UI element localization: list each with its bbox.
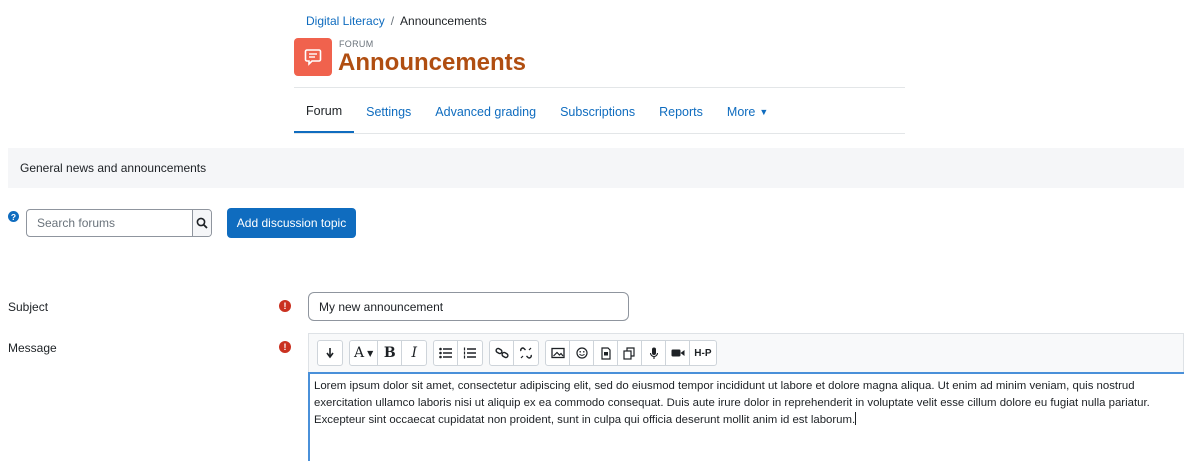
toolbar-group xyxy=(317,340,343,366)
text-cursor xyxy=(855,412,857,425)
search-icon xyxy=(196,217,208,229)
page-title: Announcements xyxy=(338,49,527,76)
insert-h5p-button[interactable]: H-P xyxy=(690,341,715,365)
bullet-list-icon xyxy=(438,347,452,359)
expand-toolbar-icon xyxy=(326,348,334,359)
message-textarea[interactable]: Lorem ipsum dolor sit amet, consectetur … xyxy=(308,372,1184,461)
tab-subscriptions[interactable]: Subscriptions xyxy=(548,90,647,133)
help-icon[interactable]: ? xyxy=(8,211,19,222)
breadcrumb-separator: / xyxy=(390,14,395,28)
video-camera-icon xyxy=(671,349,685,357)
tab-reports[interactable]: Reports xyxy=(647,90,715,133)
insert-image-button[interactable] xyxy=(546,341,571,365)
tabs-divider xyxy=(294,87,905,88)
add-discussion-button[interactable]: Add discussion topic xyxy=(227,208,356,238)
required-icon: ! xyxy=(279,300,291,312)
search-forums xyxy=(26,209,212,237)
insert-media-button[interactable] xyxy=(594,341,619,365)
unordered-list-button[interactable] xyxy=(434,341,459,365)
activity-type-label: FORUM xyxy=(339,39,374,49)
italic-button[interactable]: I xyxy=(402,341,426,365)
insert-emoji-button[interactable] xyxy=(570,341,595,365)
message-label: Message xyxy=(8,341,57,355)
tab-settings[interactable]: Settings xyxy=(354,90,423,133)
tab-forum[interactable]: Forum xyxy=(294,90,355,133)
subject-input[interactable] xyxy=(308,292,629,321)
breadcrumb: Digital Literacy / Announcements xyxy=(306,14,487,28)
ordered-list-button[interactable] xyxy=(458,341,482,365)
media-file-icon xyxy=(601,346,611,360)
emoji-icon xyxy=(576,347,588,359)
required-icon: ! xyxy=(279,341,291,353)
record-audio-button[interactable] xyxy=(642,341,667,365)
tab-advanced-grading[interactable]: Advanced grading xyxy=(423,90,548,133)
toolbar-group: A ▼ B I xyxy=(349,340,428,366)
chevron-down-icon: ▼ xyxy=(759,106,769,117)
breadcrumb-current: Announcements xyxy=(400,14,487,28)
manage-files-button[interactable] xyxy=(618,341,643,365)
image-icon xyxy=(551,347,565,359)
paragraph-styles-button[interactable]: A ▼ xyxy=(350,341,379,365)
link-button[interactable] xyxy=(490,341,515,365)
breadcrumb-course-link[interactable]: Digital Literacy xyxy=(306,14,385,28)
subject-label: Subject xyxy=(8,300,49,314)
toolbar-group: H-P xyxy=(545,340,717,366)
search-input[interactable] xyxy=(27,210,192,236)
forum-icon xyxy=(294,38,332,76)
message-editor: A ▼ B I H-P Lorem ipsum dolor sit amet, … xyxy=(308,333,1184,461)
bold-button[interactable]: B xyxy=(378,341,403,365)
microphone-icon xyxy=(649,347,658,359)
record-video-button[interactable] xyxy=(666,341,691,365)
secondary-nav: Forum Settings Advanced grading Subscrip… xyxy=(294,90,905,134)
font-style-label: A xyxy=(354,345,365,361)
toolbar-group xyxy=(433,340,484,366)
unlink-button[interactable] xyxy=(514,341,538,365)
tab-more[interactable]: More ▼ xyxy=(715,90,780,133)
show-more-buttons-button[interactable] xyxy=(318,341,342,365)
tab-more-label: More xyxy=(726,104,756,119)
search-button[interactable] xyxy=(192,210,211,236)
forum-intro: General news and announcements xyxy=(8,148,1184,188)
caret-down-icon: ▼ xyxy=(367,348,374,358)
files-icon xyxy=(623,346,635,360)
message-text: Lorem ipsum dolor sit amet, consectetur … xyxy=(314,380,1150,426)
toolbar-group xyxy=(489,340,540,366)
link-icon xyxy=(495,347,509,359)
unlink-icon xyxy=(520,347,533,359)
editor-toolbar: A ▼ B I H-P xyxy=(309,334,1183,372)
numbered-list-icon xyxy=(464,347,477,359)
